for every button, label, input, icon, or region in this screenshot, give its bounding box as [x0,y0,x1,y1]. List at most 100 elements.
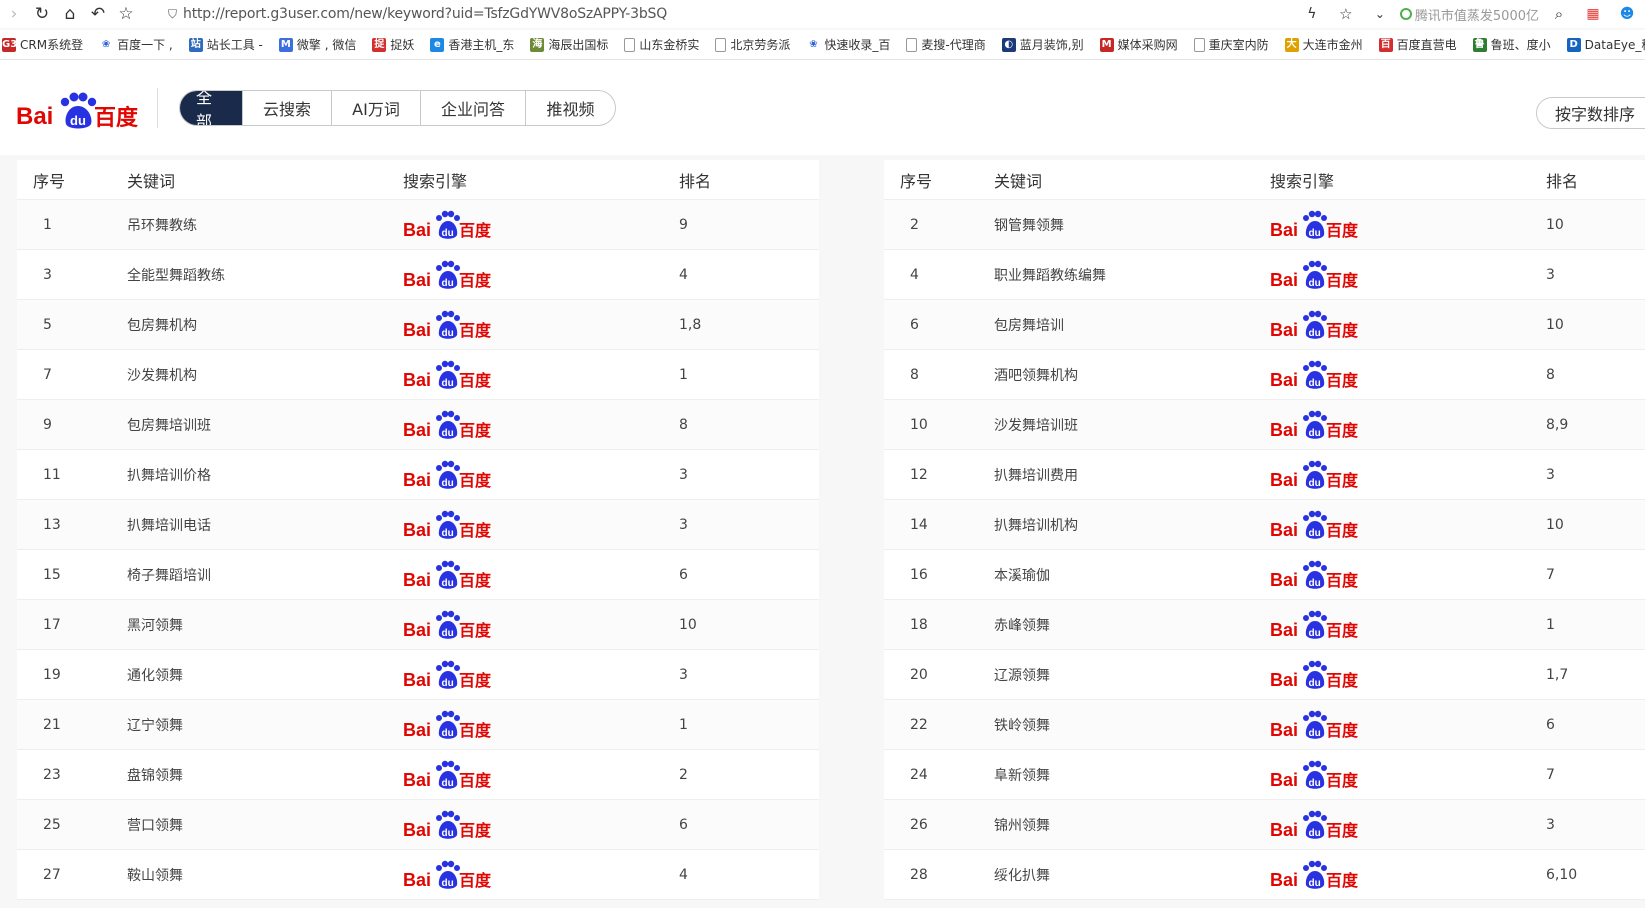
svg-text:百度: 百度 [459,821,492,840]
row-number: 5 [43,316,52,333]
row-keyword: 钢管舞领舞 [994,217,1064,234]
news-text[interactable]: 腾讯市值蒸发5000亿 [1415,5,1539,24]
bookmark-item[interactable]: M 微擎 , 微信 [277,36,356,53]
home-icon[interactable]: ⌂ [56,0,84,28]
undo-icon[interactable]: ↶ [84,0,112,28]
apps-icon[interactable]: ▦ [1579,0,1607,28]
bookmark-item[interactable]: 海海辰出国标 [528,36,608,53]
bookmark-item[interactable]: ❀ 快速收录_百 [804,36,890,53]
bookmark-item[interactable]: ❀ 百度一下 , [97,36,173,53]
bookmarks-bar: G3 CRM系统登 ❀ 百度一下 , 站站长工具 - M 微擎 , 微信捉捉妖 e 香港主机_东… [0,30,1645,60]
address-bar[interactable]: ⛉ http://report.g3user.com/new/keyword?u… [168,6,1238,22]
svg-text:百度: 百度 [1326,521,1359,540]
bookmark-label: 捉妖 [390,38,415,52]
bookmark-item[interactable]: 麦搜-代理商 [904,36,986,53]
bookmark-item[interactable]: 北京劳务派 [713,36,790,53]
svg-text:du: du [442,528,454,539]
svg-text:du: du [1309,378,1321,389]
svg-text:百度: 百度 [1326,571,1359,590]
row-rank: 1 [1546,616,1555,633]
row-number: 1 [43,216,52,233]
star-icon[interactable]: ☆ [112,0,140,28]
svg-text:百度: 百度 [459,521,492,540]
search-icon[interactable]: ⌕ [1545,0,1573,28]
favorite-icon[interactable]: ☆ [1332,0,1360,28]
bookmark-item[interactable]: ◐ 蓝月装饰,别 [1000,36,1084,53]
paw-icon: ❀ [809,38,818,50]
table-row: 28 绥化扒舞 Bai du 百度 6,10 [884,850,1645,900]
baidu-engine-icon: Bai du 百度 [1270,660,1359,690]
page-header: Bai du 百度 全部 云搜索 AI万词 企业问答 推视频 按字数排序 [0,60,1645,155]
svg-text:du: du [442,728,454,739]
user-icon[interactable]: ☻ [1613,0,1641,28]
svg-text:du: du [1309,828,1321,839]
row-engine: Bai du 百度 [1270,508,1546,542]
bookmark-label: 重庆室内防 [1208,38,1269,52]
row-rank: 3 [679,516,688,533]
site-icon: G3 [2,37,18,52]
row-number: 8 [910,366,919,383]
reload-icon[interactable]: ↻ [28,0,56,28]
news-ticker[interactable]: 腾讯市值蒸发5000亿 [1399,5,1539,24]
row-engine: Bai du 百度 [403,508,679,542]
svg-text:百度: 百度 [1326,671,1359,690]
row-engine: Bai du 百度 [403,608,679,642]
row-keyword: 绥化扒舞 [994,867,1050,884]
table-row: 19 通化领舞 Bai du 百度 3 [17,650,819,700]
svg-text:Bai: Bai [1270,370,1298,390]
tab-enterprise-qa[interactable]: 企业问答 [421,91,526,125]
tab-ai-words[interactable]: AI万词 [332,91,421,125]
row-engine: Bai du 百度 [403,708,679,742]
bookmark-item[interactable]: 鲁鲁班、度小 [1471,36,1551,53]
lightning-icon[interactable]: ϟ [1298,0,1326,28]
row-rank: 1 [679,716,688,733]
svg-text:百度: 百度 [459,671,492,690]
bookmark-item[interactable]: DDataEye_移 [1565,36,1645,53]
bookmark-item[interactable]: 百百度直营电 [1377,36,1457,53]
row-keyword: 铁岭领舞 [994,717,1050,734]
row-rank: 1,8 [679,316,702,333]
sort-by-length-button[interactable]: 按字数排序 [1536,97,1645,129]
baidu-engine-icon: Bai du 百度 [403,410,492,440]
bookmark-label: 微擎 , 微信 [296,38,357,52]
bookmark-item[interactable]: 山东金桥实 [622,36,699,53]
col-engine-header: 搜索引擎 [1270,171,1335,191]
col-engine-header: 搜索引擎 [403,171,468,191]
forward-icon[interactable]: › [0,0,28,28]
url-text[interactable]: http://report.g3user.com/new/keyword?uid… [183,6,667,22]
tab-cloud-search[interactable]: 云搜索 [243,91,332,125]
row-keyword: 辽宁领舞 [127,717,183,734]
row-number: 10 [910,416,928,433]
row-keyword: 赤峰领舞 [994,617,1050,634]
baidu-logo[interactable]: Bai du 百度 [16,88,141,132]
row-keyword: 全能型舞蹈教练 [127,267,225,284]
table-row: 22 铁岭领舞 Bai du 百度 6 [884,700,1645,750]
site-icon: 鲁 [1472,37,1487,52]
svg-text:Bai: Bai [1270,420,1298,440]
bookmark-item[interactable]: 大大连市金州 [1283,36,1363,53]
bookmark-item[interactable]: e 香港主机_东 [428,36,514,53]
table-header: 序号 关键词 搜索引擎 排名 [884,160,1645,200]
bookmark-item[interactable]: 重庆室内防 [1192,36,1269,53]
site-icon: M [278,37,293,52]
bookmark-item[interactable]: G3 CRM系统登 [0,36,83,53]
row-engine: Bai du 百度 [1270,358,1546,392]
bookmark-item[interactable]: 捉捉妖 [370,36,414,53]
table-row: 11 扒舞培训价格 Bai du 百度 3 [17,450,819,500]
bookmark-label: DataEye_移 [1584,38,1645,52]
baidu-engine-icon: Bai du 百度 [403,610,492,640]
keyword-table-right: 序号 关键词 搜索引擎 排名 2 钢管舞领舞 Bai du 百度 10 4 职业舞蹈教练编舞 B… [884,160,1645,900]
svg-text:Bai: Bai [1270,870,1298,890]
site-icon: 百 [1378,37,1393,52]
row-keyword: 辽源领舞 [994,667,1050,684]
tab-video[interactable]: 推视频 [526,91,615,125]
chevron-down-icon[interactable]: ⌄ [1366,0,1394,28]
tab-all[interactable]: 全部 [180,91,243,125]
bookmark-item[interactable]: M 媒体采购网 [1098,36,1178,53]
bookmark-item[interactable]: 站站长工具 - [187,36,263,53]
row-rank: 10 [1546,516,1564,533]
svg-text:百度: 百度 [1326,221,1359,240]
baidu-engine-icon: Bai du 百度 [1270,310,1359,340]
paw-icon: ❀ [101,38,111,50]
row-keyword: 包房舞培训 [994,317,1064,334]
